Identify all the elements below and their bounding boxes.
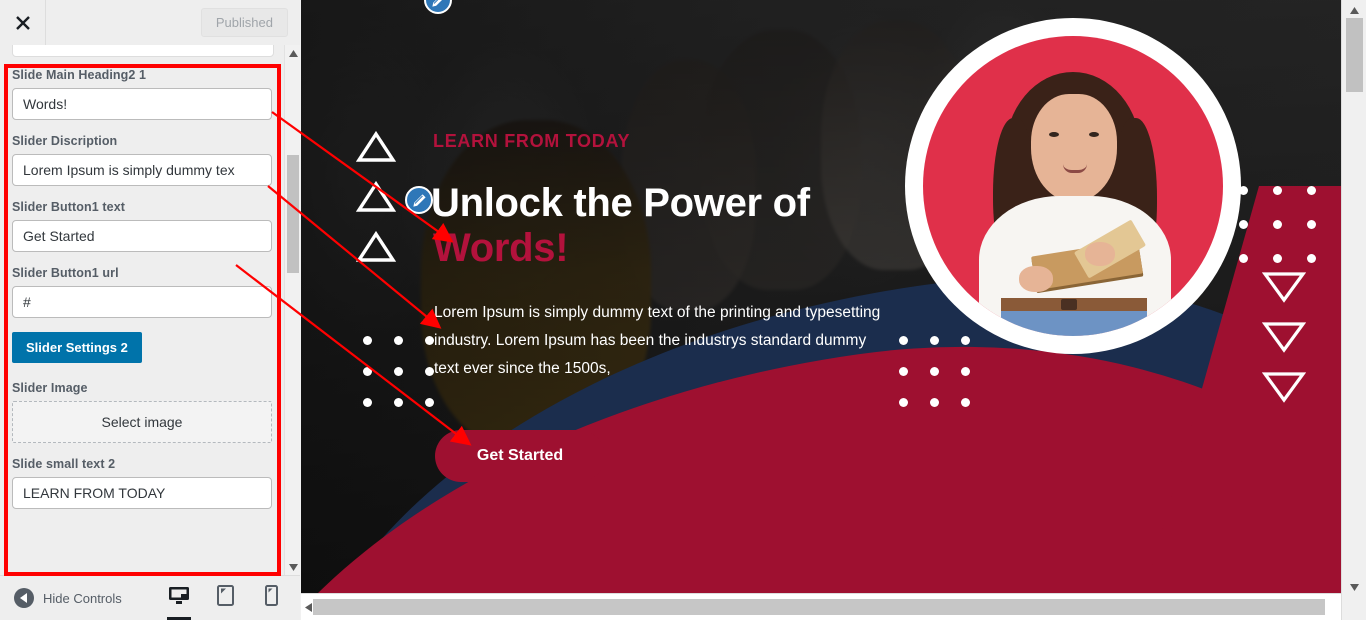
dot [1273,186,1282,195]
preview-scroll-down-icon[interactable] [1342,579,1366,596]
dot [1239,220,1248,229]
customizer-scroll-thumb[interactable] [287,155,299,273]
dot-grid-center [899,336,970,407]
hero-cta-button[interactable]: Get Started [435,430,605,482]
label-slider-button1-url: Slider Button1 url [12,266,119,280]
close-icon [15,15,31,31]
hero-headline-line1: Unlock the Power of [431,181,810,225]
dot [1273,220,1282,229]
desktop-icon [168,586,190,611]
dot [899,398,908,407]
dot [1239,186,1248,195]
preview-horizontal-thumb[interactable] [313,599,1325,615]
hero-eyebrow-text: LEARN FROM TODAY [433,131,631,151]
dot [1239,254,1248,263]
dot [1307,220,1316,229]
dot [961,367,970,376]
label-slide-main-heading2-1: Slide Main Heading2 1 [12,68,147,82]
customizer-footer: Hide Controls [0,575,300,620]
label-slider-description: Slider Discription [12,134,118,148]
edit-pencil-icon-headline[interactable] [405,186,433,214]
input-slide-small-text-2[interactable] [12,477,272,509]
triangle-down-1 [1262,271,1306,303]
published-button[interactable]: Published [200,8,288,37]
customizer-scrollbar[interactable] [284,45,301,575]
field-slide-main-heading2-1: Slide Main Heading2 1 [12,68,276,120]
site-preview-frame: LEARN FROM TODAY Unlock the Power of Wor… [301,0,1341,593]
edit-pencil-icon-top[interactable] [424,0,452,14]
field-slider-button1-text: Slider Button1 text [12,200,276,252]
dot [930,336,939,345]
hero-slider: LEARN FROM TODAY Unlock the Power of Wor… [301,0,1341,593]
dot [899,336,908,345]
select-image-button[interactable]: Select image [12,401,272,443]
dot [1307,186,1316,195]
tablet-icon [216,585,234,611]
dot-grid-right [1239,186,1316,263]
field-slider-description: Slider Discription [12,134,276,186]
label-slider-button1-text: Slider Button1 text [12,200,126,214]
scroll-down-arrow-icon[interactable] [285,559,301,575]
customizer-scroll-area: Slide Main Heading2 1 Slider Discription… [0,45,288,575]
input-slider-description[interactable] [12,154,272,186]
field-slide-small-text-2: Slide small text 2 [12,457,276,509]
dot [930,398,939,407]
dot [1307,254,1316,263]
triangle-down-3 [1262,371,1306,403]
collapse-arrow-icon [14,588,34,608]
dot [961,336,970,345]
input-slider-button1-url[interactable] [12,286,272,318]
input-slider-button1-text[interactable] [12,220,272,252]
customizer-screen: Published Slide Main Heading2 1 Slider D… [0,0,1366,620]
preview-horizontal-scrollbar[interactable] [301,593,1366,620]
header-spacer: Published [45,0,300,45]
customizer-fields: Slide Main Heading2 1 Slider Discription… [0,68,288,523]
close-button[interactable] [0,0,45,45]
dot [930,367,939,376]
triangle-down-2 [1262,321,1306,353]
tablet-preview-button[interactable] [212,583,238,613]
device-preview-buttons [166,583,300,620]
dot [899,367,908,376]
hero-description: Lorem Ipsum is simply dummy text of the … [434,304,881,377]
preview-scroll-thumb[interactable] [1346,18,1363,92]
input-slide-main-heading2-1[interactable] [12,88,272,120]
label-slide-small-text-2: Slide small text 2 [12,457,116,471]
hide-controls-button[interactable]: Hide Controls [0,588,122,608]
hide-controls-label: Hide Controls [43,590,122,606]
customizer-header: Published [0,0,300,45]
hero-content: LEARN FROM TODAY Unlock the Power of Wor… [301,0,1341,593]
preview-vertical-scrollbar[interactable] [1341,0,1366,620]
partial-field-above[interactable] [12,45,274,57]
field-slider-image: Slider Image Select image [12,381,276,443]
desktop-preview-button[interactable] [166,583,192,620]
customizer-panel: Published Slide Main Heading2 1 Slider D… [0,0,301,620]
label-slider-image: Slider Image [12,381,88,395]
dot [1273,254,1282,263]
mobile-icon [264,585,278,611]
slider-settings-2-button[interactable]: Slider Settings 2 [12,332,142,363]
preview-scroll-up-icon[interactable] [1342,2,1366,19]
mobile-preview-button[interactable] [258,583,284,613]
dot [961,398,970,407]
field-slider-button1-url: Slider Button1 url [12,266,276,318]
hero-headline-line2: Words! [433,226,569,270]
scroll-up-arrow-icon[interactable] [285,45,301,61]
